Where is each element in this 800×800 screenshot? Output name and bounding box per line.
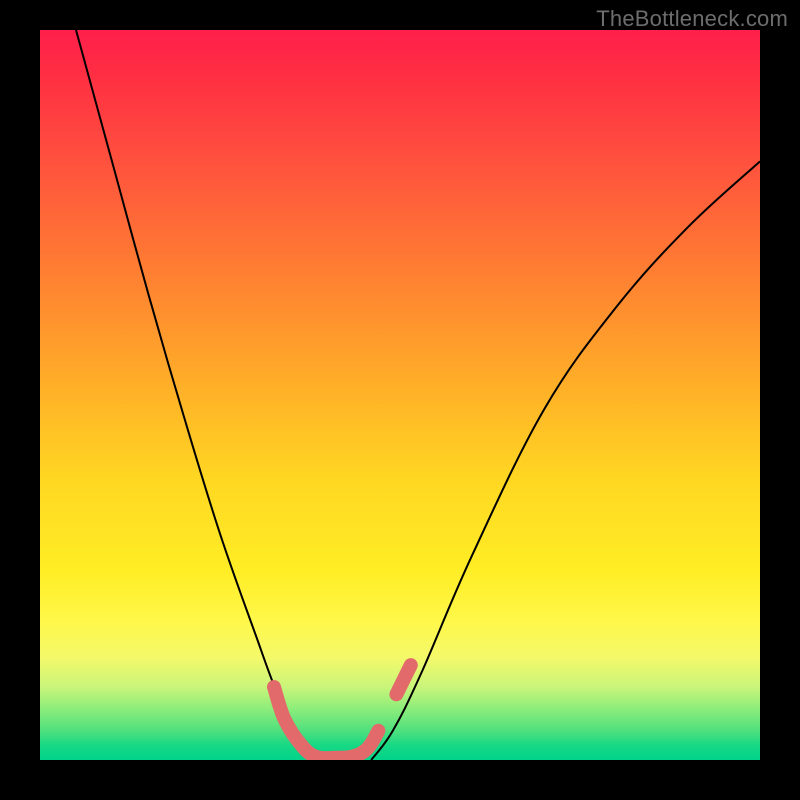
chart-frame: TheBottleneck.com [0, 0, 800, 800]
watermark: TheBottleneck.com [596, 6, 788, 32]
plot-area [40, 30, 760, 760]
curve-right-arm [371, 161, 760, 760]
trough-highlight [274, 687, 378, 758]
trough-dot [396, 665, 410, 694]
curve-left-arm [76, 30, 314, 760]
curve-layer [40, 30, 760, 760]
